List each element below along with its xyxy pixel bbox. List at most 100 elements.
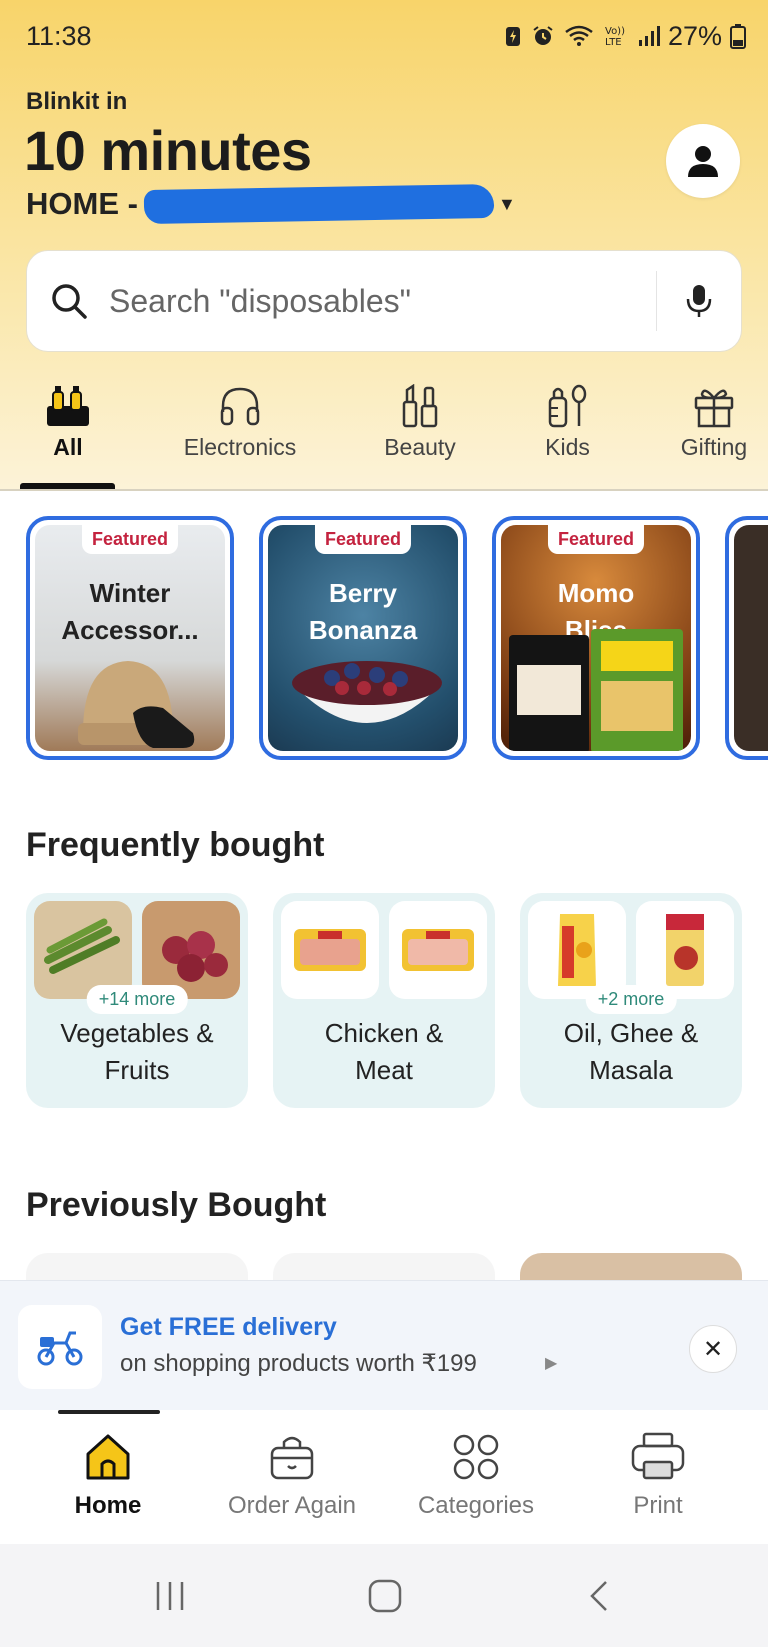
frequent-category-card[interactable]: Chicken & Meat [273, 893, 495, 1108]
tab-kids[interactable]: Kids [530, 384, 605, 461]
active-nav-indicator [58, 1410, 160, 1414]
featured-card[interactable]: Featured Berry Bonanza [259, 516, 467, 760]
nav-home-label: Home [74, 1492, 142, 1519]
bottom-navigation: Home Order Again Categories Print [0, 1410, 768, 1544]
label-line: Chicken & [324, 1018, 444, 1048]
featured-image: Featured Momo Bliss [501, 525, 691, 751]
berry-bowl-illustration [292, 661, 442, 723]
scooter-icon [37, 1331, 83, 1366]
category-tabs: All Electronics Beauty Kids Gifting [0, 384, 768, 490]
search-bar[interactable]: Search "disposables" [26, 250, 742, 352]
tab-gifting[interactable]: Gifting [672, 384, 756, 461]
close-icon: ✕ [702, 1335, 724, 1363]
profile-button[interactable] [666, 124, 740, 198]
onion-illustration [162, 931, 228, 982]
frequent-category-label: Chicken & Meat [273, 1015, 495, 1089]
battery-percent: 27% [667, 20, 722, 51]
featured-image: Featured Winter Accessor... [35, 525, 225, 751]
featured-title: Berry Bonanza [268, 575, 458, 649]
featured-title-line: Momo [557, 578, 635, 608]
tab-beauty[interactable]: Beauty [370, 384, 470, 461]
frequently-bought-title: Frequently bought [26, 826, 325, 864]
okra-illustration [44, 918, 120, 974]
chicken-pack-illustration [402, 929, 474, 971]
tab-all-label: All [53, 434, 83, 460]
gift-icon [694, 389, 734, 428]
featured-card[interactable]: Featured Winter Accessor... [26, 516, 234, 760]
cosmetics-icon [402, 384, 438, 428]
frequent-category-label: Vegetables & Fruits [26, 1015, 248, 1089]
alarm-icon [533, 26, 553, 45]
recent-apps-button[interactable] [110, 1544, 230, 1647]
oil-pouch-illustration [558, 914, 596, 986]
frequent-category-label: Oil, Ghee & Masala [520, 1015, 742, 1089]
nav-home[interactable]: Home [16, 1432, 200, 1520]
label-line: Vegetables & [60, 1018, 214, 1048]
battery-saver-icon [505, 27, 520, 46]
tab-electronics[interactable]: Electronics [170, 384, 310, 461]
home-system-button[interactable] [325, 1544, 445, 1647]
nav-order-again-label: Order Again [227, 1492, 357, 1519]
signal-icon [638, 26, 660, 46]
nav-order-again[interactable]: Order Again [200, 1432, 384, 1520]
baby-bottle-icon [548, 384, 586, 428]
tab-kids-label: Kids [545, 434, 590, 460]
banner-title: Get FREE delivery [120, 1313, 337, 1341]
tab-all[interactable]: All [28, 384, 108, 461]
close-banner-button[interactable]: ✕ [689, 1325, 737, 1373]
featured-image: Featured Berry Bonanza [268, 525, 458, 751]
featured-tag: Featured [547, 525, 645, 554]
nav-categories[interactable]: Categories [384, 1432, 568, 1520]
tab-electronics-label: Electronics [183, 434, 297, 460]
user-icon [688, 146, 718, 177]
home-square-icon [368, 1579, 402, 1612]
frequent-category-card[interactable]: +14 more Vegetables & Fruits [26, 893, 248, 1108]
grid-icon [453, 1434, 499, 1480]
voice-search-button[interactable] [657, 283, 741, 319]
address-selector[interactable]: HOME - ▼ [26, 183, 516, 225]
label-line: Meat [355, 1055, 413, 1085]
scooter-icon-wrapper [18, 1305, 102, 1389]
product-thumbnail [389, 901, 487, 999]
back-icon [590, 1580, 607, 1611]
momo-packs-illustration [509, 629, 683, 751]
nav-categories-label: Categories [417, 1492, 535, 1519]
search-icon [52, 284, 87, 319]
frequent-category-card[interactable]: +2 more Oil, Ghee & Masala [520, 893, 742, 1108]
home-icon [86, 1434, 130, 1480]
search-input[interactable]: Search "disposables" [109, 283, 656, 320]
svg-text:LTE: LTE [605, 37, 622, 48]
basket-icon [270, 1436, 314, 1480]
free-delivery-banner[interactable]: Get FREE delivery on shopping products w… [0, 1280, 768, 1410]
featured-title-line: Berry [329, 578, 397, 608]
more-count-badge: +2 more [585, 985, 677, 1014]
header-divider [0, 489, 768, 491]
tab-gifting-label: Gifting [680, 434, 748, 460]
wifi-icon [565, 25, 593, 46]
address-redaction [143, 183, 495, 225]
svg-text:Vo)): Vo)) [605, 26, 625, 37]
nav-print[interactable]: Print [566, 1432, 750, 1520]
featured-title: Winter Accessor... [35, 575, 225, 649]
featured-card[interactable] [725, 516, 768, 760]
status-bar: 11:38 Vo)) LTE 27% [26, 18, 746, 54]
nav-print-label: Print [633, 1492, 683, 1519]
featured-image [734, 525, 768, 751]
spice-pack-illustration [666, 914, 704, 986]
recent-apps-icon [156, 1581, 184, 1610]
chevron-down-icon: ▼ [497, 193, 516, 214]
label-line: Oil, Ghee & [563, 1018, 699, 1048]
mic-icon [686, 285, 712, 317]
chevron-right-icon: ▶ [545, 1355, 558, 1372]
back-button[interactable] [540, 1544, 660, 1647]
address-prefix: HOME - [26, 186, 138, 221]
featured-title-line: Winter [89, 578, 171, 608]
featured-card[interactable]: Featured Momo Bliss [492, 516, 700, 760]
label-line: Masala [589, 1055, 673, 1085]
chicken-pack-illustration [294, 929, 366, 971]
beanie-gloves-illustration [78, 661, 195, 748]
more-count-badge: +14 more [86, 985, 188, 1014]
banner-subtitle: on shopping products worth ₹199 [120, 1350, 477, 1377]
featured-carousel[interactable]: Featured Winter Accessor... Featured Ber… [0, 516, 768, 760]
battery-icon [730, 24, 746, 49]
